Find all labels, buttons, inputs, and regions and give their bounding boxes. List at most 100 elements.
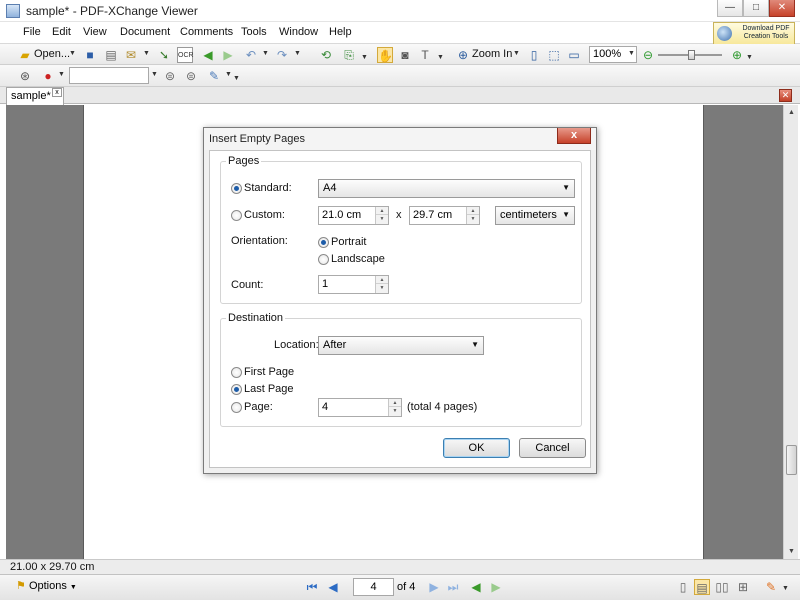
options-button[interactable]: ⚑ Options ▼ (16, 579, 77, 597)
forward-icon[interactable]: ▶ (220, 47, 236, 63)
save-icon[interactable]: ■ (82, 47, 98, 63)
search-input[interactable] (69, 67, 149, 84)
landscape-radio[interactable] (318, 254, 329, 265)
zoom-in-icon[interactable]: ⊕ (455, 47, 471, 63)
print-icon[interactable]: ▤ (103, 47, 119, 63)
count-input[interactable]: 1 ▲ ▼ (318, 275, 389, 294)
find-previous-icon[interactable]: ⊜ (162, 68, 178, 84)
open-dropdown-arrow[interactable]: ▼ (69, 50, 76, 57)
menu-document[interactable]: Document (120, 26, 170, 38)
previous-page-icon[interactable]: ◀ (325, 579, 341, 595)
zoom-in-dropdown-arrow[interactable]: ▼ (513, 50, 520, 57)
menu-help[interactable]: Help (329, 26, 352, 38)
page-down-arrow[interactable]: ▼ (389, 407, 401, 415)
scroll-down-arrow[interactable]: ▼ (784, 544, 799, 559)
height-up-arrow[interactable]: ▲ (467, 207, 479, 215)
custom-radio[interactable] (231, 210, 242, 221)
continuous-facing-icon[interactable]: ⊞ (735, 579, 751, 595)
menu-view[interactable]: View (83, 26, 107, 38)
ok-button[interactable]: OK (443, 438, 510, 458)
last-page-icon[interactable]: ⏭ (445, 579, 461, 595)
undo-dropdown-arrow[interactable]: ▼ (262, 50, 269, 57)
actual-size-icon[interactable]: ▯ (526, 47, 542, 63)
count-stepper[interactable]: ▲ ▼ (375, 276, 388, 293)
width-down-arrow[interactable]: ▼ (376, 215, 388, 223)
menu-file[interactable]: File (23, 26, 41, 38)
count-up-arrow[interactable]: ▲ (376, 276, 388, 284)
portrait-radio[interactable] (318, 237, 329, 248)
previous-view-icon[interactable]: ◀ (468, 579, 484, 595)
dialog-close-button[interactable]: x (557, 128, 591, 144)
search-web-dropdown-arrow[interactable]: ▼ (58, 71, 65, 78)
width-stepper[interactable]: ▲ ▼ (375, 207, 388, 224)
select-text-icon[interactable]: T (417, 47, 433, 63)
open-button[interactable]: Open... (34, 48, 70, 60)
rotate-icon[interactable]: ⟲ (318, 47, 334, 63)
close-tab-icon[interactable]: x (52, 88, 62, 97)
custom-height-input[interactable]: 29.7 cm ▲ ▼ (409, 206, 480, 225)
vertical-scrollbar[interactable]: ▲ ▼ (783, 105, 798, 559)
fit-width-icon[interactable]: ▭ (566, 47, 582, 63)
custom-width-input[interactable]: 21.0 cm ▲ ▼ (318, 206, 389, 225)
location-select[interactable]: After ▼ (318, 336, 484, 355)
cancel-button[interactable]: Cancel (519, 438, 586, 458)
last-page-radio[interactable] (231, 384, 242, 395)
zoom-out-icon[interactable]: ⊖ (640, 47, 656, 63)
menu-tools[interactable]: Tools (241, 26, 267, 38)
back-icon[interactable]: ◀ (200, 47, 216, 63)
open-folder-icon[interactable]: ▰ (17, 47, 33, 63)
zoom-in-button[interactable]: Zoom In (472, 48, 512, 60)
hand-tool-icon[interactable]: ✋ (377, 47, 393, 63)
page-layout-tool-icon[interactable]: ✎ (763, 579, 779, 595)
maximize-button[interactable]: □ (743, 0, 769, 17)
close-window-button[interactable]: ✕ (769, 0, 795, 17)
menu-window[interactable]: Window (279, 26, 318, 38)
comment-dropdown-arrow[interactable]: ▼ (225, 71, 232, 78)
facing-view-icon[interactable]: ▯▯ (714, 579, 730, 595)
zoom-plus-icon[interactable]: ⊕ (729, 47, 745, 63)
standard-size-select[interactable]: A4 ▼ (318, 179, 575, 198)
select-dropdown-arrow[interactable]: ▼ (437, 54, 444, 61)
toolbar2-overflow-arrow[interactable]: ▼ (233, 75, 240, 82)
page-stepper[interactable]: ▲ ▼ (388, 399, 401, 416)
menu-edit[interactable]: Edit (52, 26, 71, 38)
page-radio[interactable] (231, 402, 242, 413)
count-down-arrow[interactable]: ▼ (376, 284, 388, 292)
single-page-view-icon[interactable]: ▯ (675, 579, 691, 595)
scroll-up-arrow[interactable]: ▲ (784, 105, 799, 120)
dialog-title-bar[interactable]: Insert Empty Pages x (204, 128, 596, 150)
width-up-arrow[interactable]: ▲ (376, 207, 388, 215)
zoom-slider-thumb[interactable] (688, 50, 695, 60)
current-page-input[interactable]: 4 (353, 578, 394, 596)
redo-icon[interactable]: ↷ (274, 47, 290, 63)
find-binoculars-icon[interactable]: ⊛ (17, 68, 33, 84)
page-number-input[interactable]: 4 ▲ ▼ (318, 398, 402, 417)
scrollbar-thumb[interactable] (786, 445, 797, 475)
next-view-icon[interactable]: ▶ (488, 579, 504, 595)
redo-dropdown-arrow[interactable]: ▼ (294, 50, 301, 57)
close-document-icon[interactable]: ✕ (779, 89, 792, 102)
page-tools-icon[interactable]: ⎘ (341, 47, 357, 63)
search-dropdown-arrow[interactable]: ▼ (151, 71, 158, 78)
export-icon[interactable]: ➘ (156, 47, 172, 63)
next-page-icon[interactable]: ▶ (426, 579, 442, 595)
layout-dropdown-arrow[interactable]: ▼ (782, 585, 789, 592)
fit-page-icon[interactable]: ⬚ (546, 47, 562, 63)
page-tools-dropdown-arrow[interactable]: ▼ (361, 54, 368, 61)
tab-sample[interactable]: sample* x (6, 87, 64, 105)
comment-tool-icon[interactable]: ✎ (206, 68, 222, 84)
first-page-icon[interactable]: ⏮ (304, 579, 320, 595)
zoom-combo-arrow[interactable]: ▼ (628, 50, 635, 57)
standard-radio[interactable] (231, 183, 242, 194)
undo-icon[interactable]: ↶ (243, 47, 259, 63)
search-web-icon[interactable]: ● (40, 68, 56, 84)
email-dropdown-arrow[interactable]: ▼ (143, 50, 150, 57)
unit-select[interactable]: centimeters ▼ (495, 206, 575, 225)
menu-comments[interactable]: Comments (180, 26, 233, 38)
height-down-arrow[interactable]: ▼ (467, 215, 479, 223)
first-page-radio[interactable] (231, 367, 242, 378)
toolbar-overflow-arrow[interactable]: ▼ (746, 54, 753, 61)
find-next-icon[interactable]: ⊜ (183, 68, 199, 84)
snapshot-icon[interactable]: ◙ (397, 47, 413, 63)
email-icon[interactable]: ✉ (123, 47, 139, 63)
